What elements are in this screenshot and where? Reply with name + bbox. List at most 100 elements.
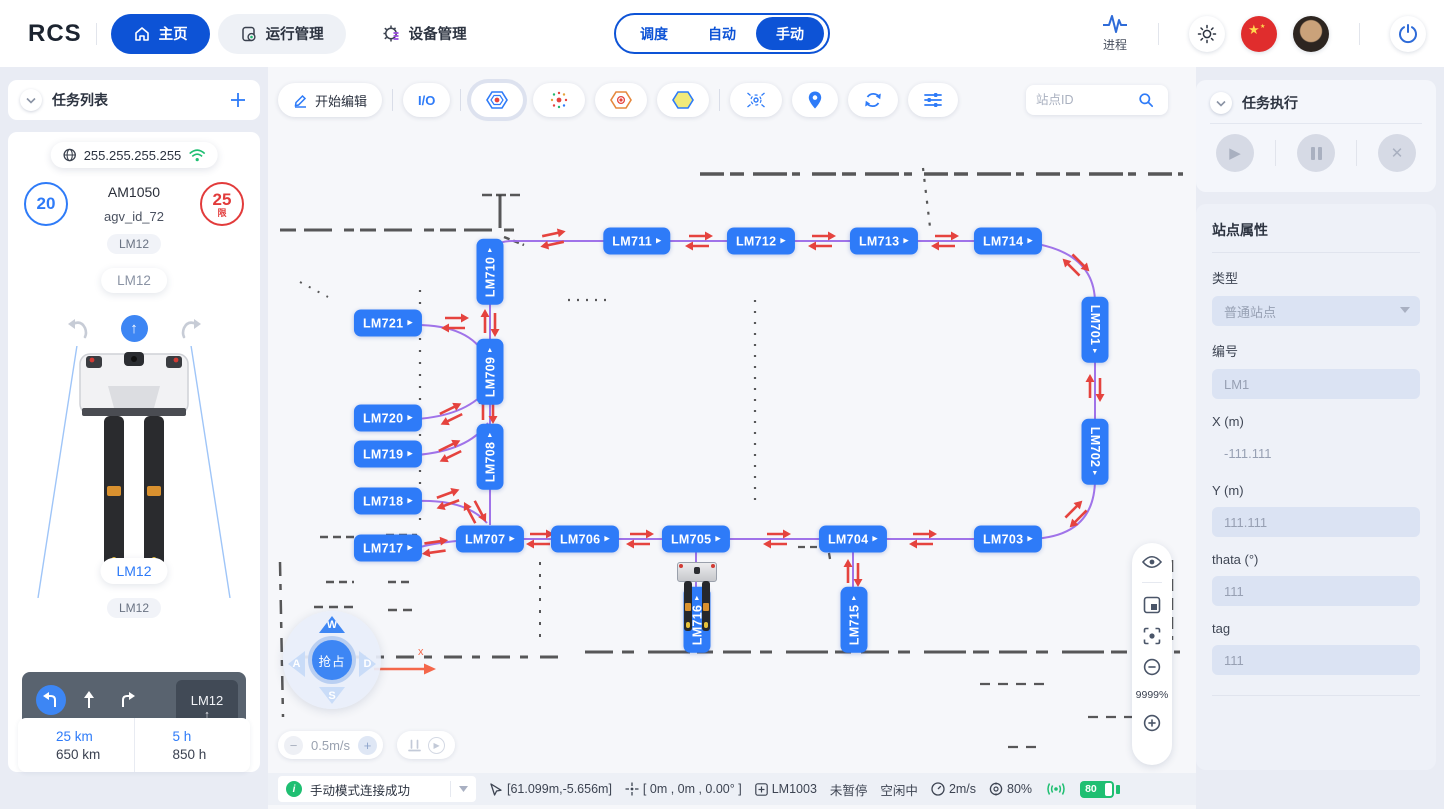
station-LM717[interactable]: LM717▶ <box>354 535 422 562</box>
chevron-down-icon <box>26 97 36 104</box>
direction-arrows <box>420 536 450 559</box>
chevron-down-icon <box>1216 100 1226 107</box>
station-LM704[interactable]: LM704▶ <box>819 526 887 553</box>
mode-dispatch[interactable]: 调度 <box>620 17 688 50</box>
search-icon[interactable] <box>1138 92 1154 108</box>
station-LM720[interactable]: LM720▶ <box>354 405 422 432</box>
layer-pointcloud-button[interactable] <box>533 83 585 117</box>
battery-indicator: 80 <box>1080 781 1114 798</box>
station-LM709[interactable]: ▲LM709 <box>477 339 504 405</box>
turn-right-control[interactable] <box>178 318 204 340</box>
direction-arrows <box>434 399 467 428</box>
layer-area-button[interactable] <box>657 83 709 117</box>
station-LM715[interactable]: ▲LM715 <box>841 587 868 653</box>
user-avatar[interactable] <box>1293 16 1329 52</box>
refresh-button[interactable] <box>848 83 898 117</box>
station-LM713[interactable]: LM713▶ <box>850 228 918 255</box>
station-search-input[interactable] <box>1036 93 1132 107</box>
forward-control[interactable]: ↑ <box>121 315 148 342</box>
x-axis-label: x <box>418 646 424 658</box>
station-LM705[interactable]: LM705▶ <box>662 526 730 553</box>
visibility-button[interactable] <box>1142 555 1162 569</box>
zoom-in-button[interactable] <box>1143 714 1161 732</box>
manual-joystick: W A D S 抢占 <box>283 611 381 709</box>
speed-stepper: − 0.5m/s + <box>278 731 383 759</box>
field-label-4: thata (°) <box>1212 552 1420 567</box>
seize-control-button[interactable]: 抢占 <box>308 636 356 684</box>
agv-speed: 2m/s <box>931 782 976 796</box>
task-progress: 80% <box>989 782 1032 796</box>
layer-stations-button[interactable] <box>471 83 523 117</box>
station-LM701[interactable]: LM701▼ <box>1082 297 1109 363</box>
language-flag-button[interactable]: ★★ <box>1241 16 1277 52</box>
minimap-button[interactable] <box>1143 596 1161 614</box>
task-cancel-button[interactable]: ✕ <box>1378 134 1416 172</box>
field-input-2: -111.111 <box>1212 438 1420 468</box>
start-edit-button[interactable]: 开始编辑 <box>278 83 382 117</box>
map-canvas[interactable]: LM711▶ LM712▶ LM713▶ LM714▶ ▲LM710 LM721▶ ▲LM7… <box>268 67 1196 809</box>
cursor-position: [61.099m,-5.656m] <box>489 782 612 796</box>
station-LM707[interactable]: LM707▶ <box>456 526 524 553</box>
task-list-header: 任务列表 <box>8 80 260 120</box>
lidar-button[interactable] <box>730 83 782 117</box>
zoom-out-button[interactable] <box>1143 658 1161 676</box>
agv-id: agv_id_72 <box>8 209 260 224</box>
agv-map-marker[interactable] <box>677 562 717 634</box>
field-input-3[interactable]: 111.111 <box>1212 507 1420 537</box>
agv-ip-pill[interactable]: 255.255.255.255 <box>51 142 218 168</box>
cursor-icon <box>489 782 503 796</box>
process-button[interactable]: 进程 <box>1102 14 1128 53</box>
station-LM708[interactable]: ▲LM708 <box>477 424 504 490</box>
nav-home[interactable]: 主页 <box>111 14 210 54</box>
station-LM703[interactable]: LM703▶ <box>974 526 1042 553</box>
collapse-tasklist-button[interactable] <box>20 89 42 111</box>
station-LM718[interactable]: LM718▶ <box>354 488 422 515</box>
station-LM721[interactable]: LM721▶ <box>354 310 422 337</box>
nav-operation[interactable]: 运行管理 <box>218 14 346 54</box>
home-icon <box>133 25 151 43</box>
theme-toggle-button[interactable] <box>1189 16 1225 52</box>
speed-decrease-button[interactable]: − <box>284 736 303 755</box>
io-button[interactable]: I/O <box>403 83 450 117</box>
task-play-button[interactable]: ▶ <box>1216 134 1254 172</box>
station-LM710[interactable]: ▲LM710 <box>477 239 504 305</box>
station-LM719[interactable]: LM719▶ <box>354 441 422 468</box>
nav-devices[interactable]: 设备管理 <box>360 14 489 54</box>
collapse-task-exec-button[interactable] <box>1210 92 1232 114</box>
task-pause-button[interactable] <box>1297 134 1335 172</box>
station-LM714[interactable]: LM714▶ <box>974 228 1042 255</box>
station-LM711[interactable]: LM711▶ <box>603 228 670 255</box>
crosshair-icon <box>625 782 639 796</box>
left-sidebar: 任务列表 255.255.255.255 20 25 限 AM1050 agv_… <box>8 80 260 772</box>
field-input-4[interactable]: 111 <box>1212 576 1420 606</box>
fork-action-button[interactable]: ▶ <box>397 731 455 759</box>
hexagon-filled-icon <box>672 90 694 110</box>
field-input-5[interactable]: 111 <box>1212 645 1420 675</box>
station-LM702[interactable]: LM702▼ <box>1082 419 1109 485</box>
zoom-level: 9999% <box>1136 689 1169 701</box>
add-task-button[interactable] <box>228 90 248 110</box>
speed-increase-button[interactable]: + <box>358 736 377 755</box>
field-select-0[interactable]: 普通站点 <box>1212 296 1420 326</box>
plus-square-icon <box>755 783 768 796</box>
power-button[interactable] <box>1390 16 1426 52</box>
filter-button[interactable] <box>908 83 958 117</box>
mode-manual[interactable]: 手动 <box>756 17 824 50</box>
field-input-1[interactable]: LM1 <box>1212 369 1420 399</box>
status-message-select[interactable]: i 手动模式连接成功 <box>278 776 476 802</box>
station-properties-title: 站点属性 <box>1212 220 1420 240</box>
manual-speed-controls: − 0.5m/s + ▶ <box>278 731 455 759</box>
pause-state: 未暂停 <box>830 780 868 799</box>
info-icon: i <box>286 781 302 797</box>
station-LM712[interactable]: LM712▶ <box>727 228 795 255</box>
turn-left-control[interactable] <box>65 318 91 340</box>
direction-arrows <box>537 227 568 251</box>
map-view-rail: 9999% <box>1132 543 1172 765</box>
layer-zones-button[interactable] <box>595 83 647 117</box>
locate-button[interactable] <box>792 83 838 117</box>
direction-controls: ↑ <box>8 315 260 342</box>
center-view-button[interactable] <box>1143 627 1161 645</box>
mode-auto[interactable]: 自动 <box>688 17 756 50</box>
rcs-app: RCS 主页 运行管理 设备管理 调度 自动 手动 <box>0 0 1444 809</box>
station-LM706[interactable]: LM706▶ <box>551 526 619 553</box>
